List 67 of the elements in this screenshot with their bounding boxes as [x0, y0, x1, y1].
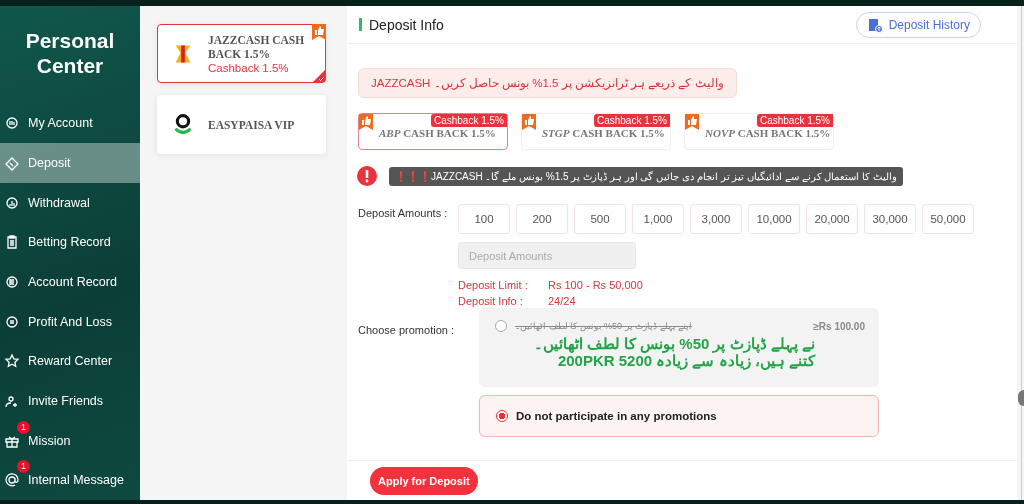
clipboard-icon [4, 234, 20, 251]
channel-card[interactable]: EASYPAISA VIP [157, 95, 326, 154]
cashback-text: Cashback 1.5% [208, 60, 290, 75]
amount-option[interactable]: 50,000 [922, 204, 974, 234]
notice-tooltip: ❗❗❗JAZZCASH والیٹ کا استعمال کرنے سے ادائیگیاں تیز تر انجام دی جائیں گی اور ہر ڈپازٹ پر 1.5% بونس ملے گا۔ [389, 166, 904, 186]
alert-icon [357, 166, 377, 186]
chart-icon [4, 194, 20, 211]
radio-button[interactable] [496, 410, 508, 422]
sidebar-item[interactable]: Reward Center [0, 341, 140, 382]
limit-value: Rs 100 - Rs 50,000 [548, 279, 643, 291]
account-icon [4, 115, 20, 132]
sub-channel-name: NOVP CASH BACK 1.5% [705, 127, 831, 139]
amount-option[interactable]: 30,000 [864, 204, 916, 234]
limit-label: Deposit Limit : [458, 279, 529, 291]
sub-channel-name: ABP CASH BACK 1.5% [379, 127, 496, 139]
promotion-option[interactable]: Do not participate in any promotions [479, 395, 879, 437]
cashback-tag: Cashback 1.5% [756, 114, 833, 127]
sidebar-item[interactable]: My Account [0, 103, 140, 144]
amount-option[interactable]: 10,000 [748, 204, 800, 234]
sidebar-item[interactable]: Betting Record [0, 222, 140, 263]
amount-option[interactable]: 1,000 [632, 204, 684, 234]
cashback-tag: Cashback 1.5% [430, 114, 507, 127]
channel-name: JAZZCASH CASH BACK 1.5% [208, 32, 306, 61]
record-icon [4, 273, 20, 290]
sub-channel-card[interactable]: Cashback 1.5% STGP CASH BACK 1.5% [521, 113, 671, 150]
field-label: Choose promotion : [358, 323, 455, 338]
sidebar-item[interactable]: Mission 1 [0, 420, 140, 461]
sub-channel-card[interactable]: Cashback 1.5% NOVP CASH BACK 1.5% [684, 113, 834, 150]
amount-option[interactable]: 200 [516, 204, 568, 234]
sidebar-item[interactable]: Withdrawal [0, 182, 140, 223]
channel-name: EASYPAISA VIP [208, 117, 296, 132]
sidebar-title: Personal Center [24, 28, 116, 79]
limit-value: 24/24 [548, 295, 576, 307]
amount-option[interactable]: 20,000 [806, 204, 858, 234]
sidebar-item[interactable]: Account Record [0, 262, 140, 302]
count-badge: 1 [17, 420, 30, 434]
logo-icon [173, 112, 193, 137]
deposit-history-button[interactable]: Deposit History [855, 11, 981, 38]
section-title: Deposit Info [369, 16, 445, 33]
cashback-tag: Cashback 1.5% [593, 114, 670, 127]
count-badge: 1 [17, 460, 30, 474]
promotion-caption: اپنے پہلے ڈپازٹ پر 50% بونس کا لطف اٹھائیں۔ [515, 321, 694, 331]
promo-banner: JAZZCASH والیٹ کے ذریعے ہر ٹرانزیکشن پر 1.5% بونس حاصل کریں۔ [358, 68, 737, 98]
promotion-headline: نے پہلے ڈپازٹ پر 50% بونس کا لطف اٹھائیں۔ کتنے ہیں، زیادہ سے زیادہ 5200 200PKR [532, 335, 815, 369]
tag-icon [4, 155, 20, 171]
check-corner-icon [313, 70, 325, 82]
amount-option[interactable]: 100 [458, 204, 510, 234]
sidebar-item[interactable]: Invite Friends [0, 381, 140, 421]
sidebar-item[interactable]: Internal Message 1 [0, 460, 140, 501]
clipboard-icon [866, 16, 883, 33]
amount-option[interactable]: 3,000 [690, 204, 742, 234]
at-sign-icon [4, 472, 20, 489]
limit-label: Deposit Info : [458, 295, 524, 307]
sidebar-item[interactable]: Deposit [0, 143, 140, 183]
minimum-amount: ≥Rs 100.00 [813, 320, 865, 332]
amount-option[interactable]: 500 [574, 204, 626, 234]
thumbs-up-icon [685, 114, 699, 130]
sub-channel-name: STGP CASH BACK 1.5% [542, 127, 665, 139]
apply-button[interactable]: Apply for Deposit [370, 466, 478, 495]
sub-channel-card[interactable]: Cashback 1.5% ABP CASH BACK 1.5% [358, 113, 508, 150]
thumbs-up-icon [522, 114, 536, 130]
amount-input[interactable]: Deposit Amounts [458, 242, 636, 269]
channel-card[interactable]: JAZZCASH CASH BACK 1.5% Cashback 1.5% [157, 24, 326, 83]
field-label: Deposit Amounts : [358, 206, 449, 221]
star-icon [4, 353, 20, 370]
thumbs-up-icon [359, 114, 373, 130]
sidebar-item[interactable]: Profit And Loss [0, 301, 140, 342]
